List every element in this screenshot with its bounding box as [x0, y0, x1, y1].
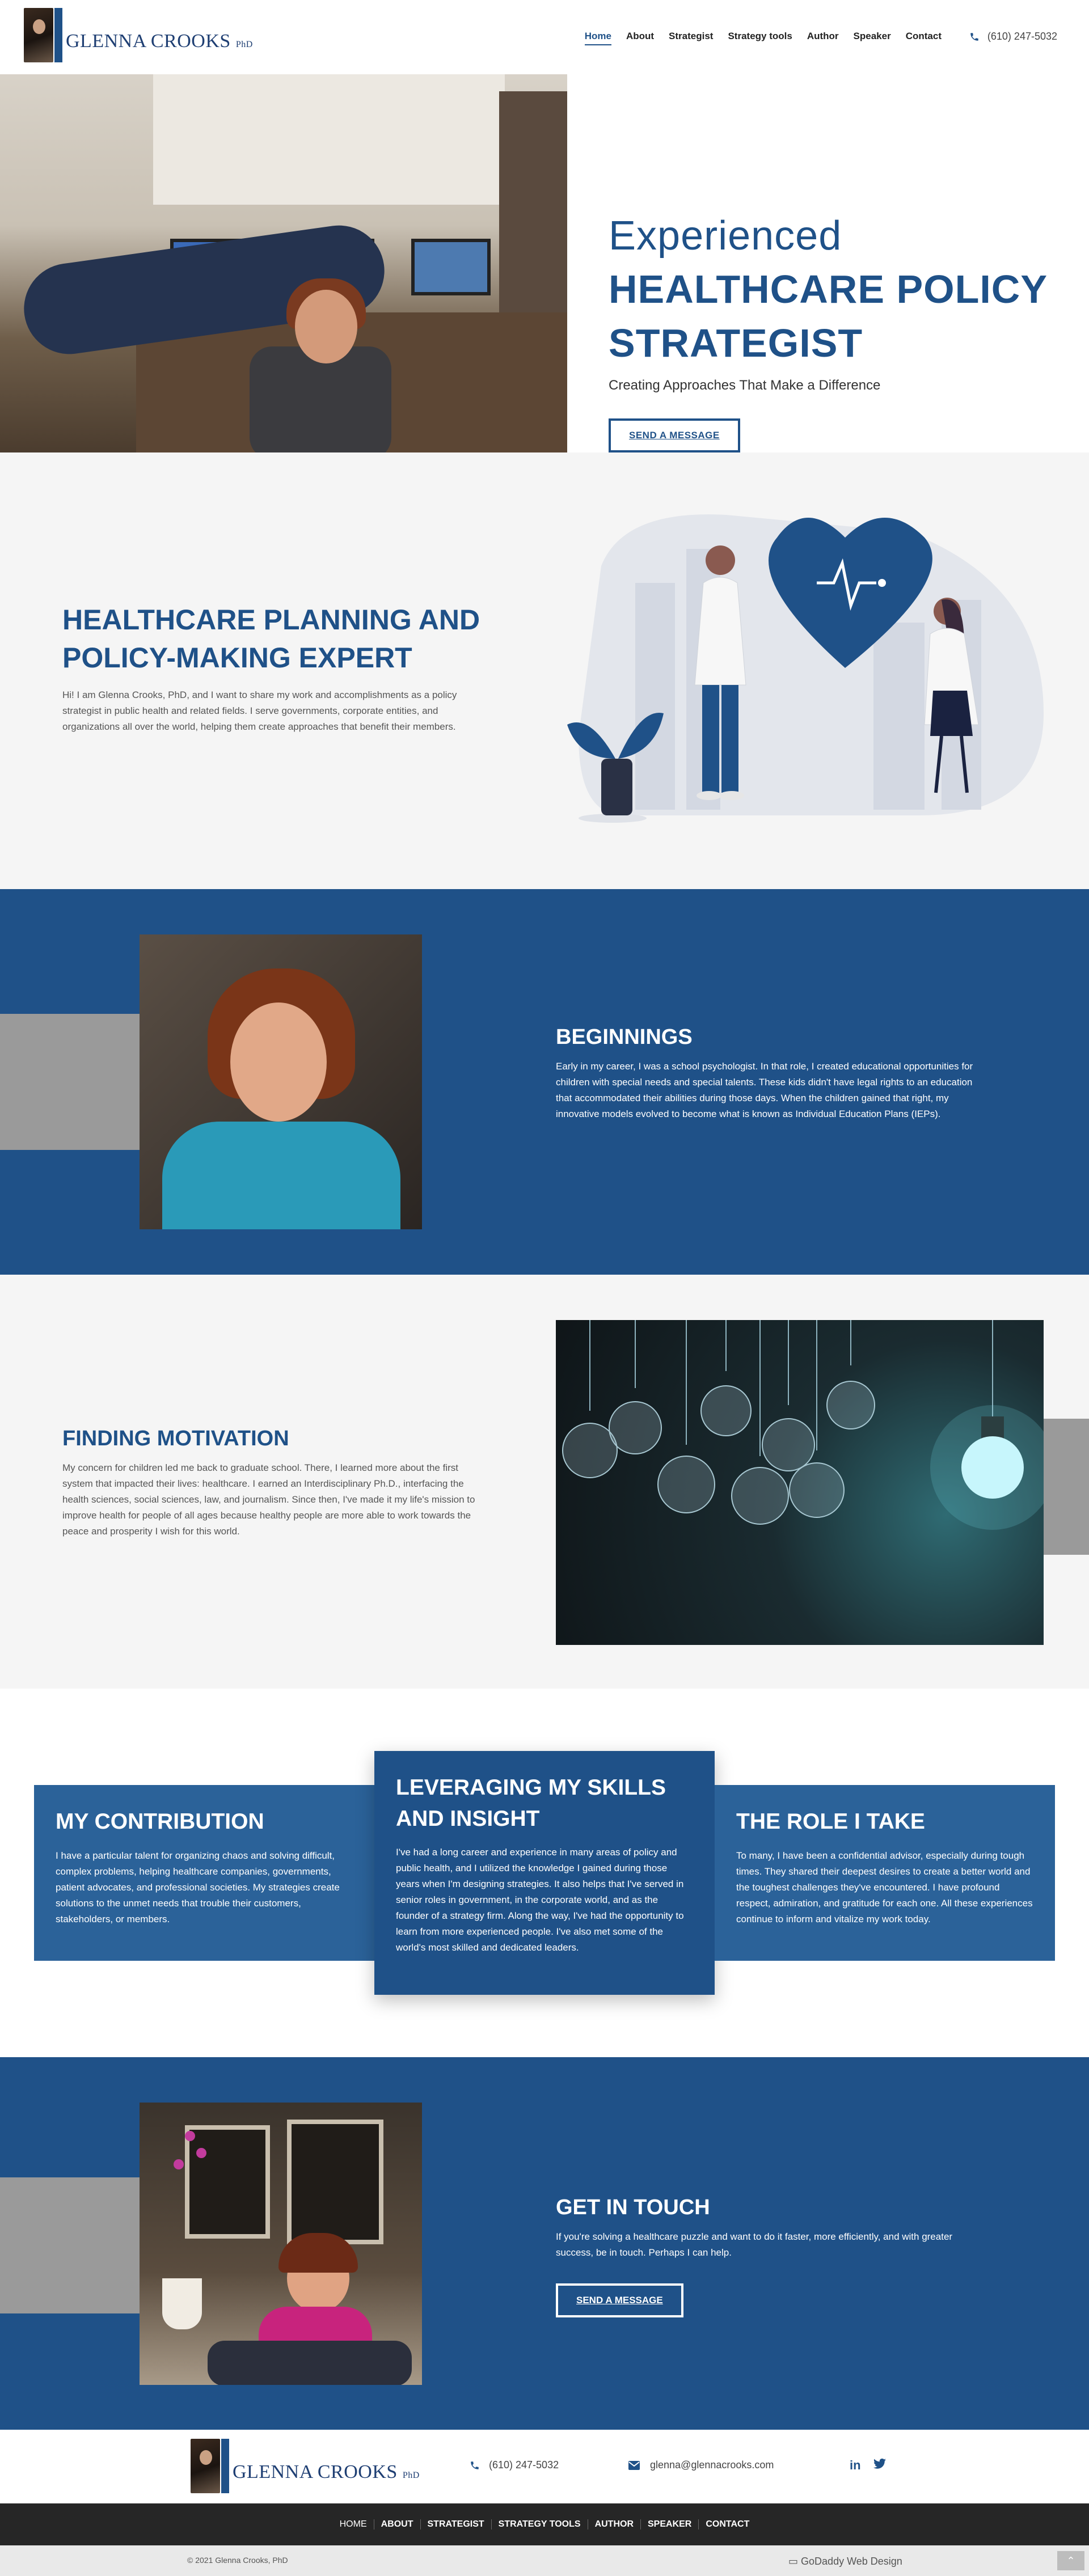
leveraging-heading: LEVERAGING MY SKILLS AND INSIGHT [396, 1775, 666, 1831]
site-footer: GLENNA CROOKS PhD (610) 247-5032 glenna@… [0, 2430, 1089, 2503]
footer-nav-about[interactable]: ABOUT [374, 2519, 421, 2530]
footer-phone-number: (610) 247-5032 [489, 2459, 559, 2471]
footer-nav-author[interactable]: AUTHOR [588, 2519, 641, 2530]
motivation-section: FINDING MOTIVATION My concern for childr… [0, 1275, 1089, 1689]
contribution-card: MY CONTRIBUTION I have a particular tale… [34, 1785, 374, 1961]
logo-portrait [24, 8, 53, 62]
motivation-body: My concern for children led me back to g… [62, 1462, 475, 1537]
logo-text: GLENNA CROOKS PhD [233, 2461, 420, 2482]
linkedin-icon[interactable]: in [850, 2458, 861, 2473]
lightbulbs-photo [556, 1320, 1044, 1645]
logo-bar [54, 8, 62, 62]
touch-heading: GET IN TOUCH [556, 2196, 710, 2219]
expert-text: HEALTHCARE PLANNING AND POLICY-MAKING EXP… [62, 601, 482, 735]
godaddy-credit[interactable]: ▭ GoDaddy Web Design [788, 2556, 902, 2567]
touch-body: If you're solving a healthcare puzzle an… [556, 2231, 953, 2258]
footer-phone[interactable]: (610) 247-5032 [470, 2459, 559, 2471]
decorative-gray-block [1044, 1419, 1089, 1555]
motivation-heading: FINDING MOTIVATION [62, 1427, 289, 1450]
footer-email[interactable]: glenna@glennacrooks.com [628, 2459, 774, 2471]
hero-photo [0, 74, 567, 452]
nav-speaker[interactable]: Speaker [854, 31, 891, 45]
footer-nav-speaker[interactable]: SPEAKER [641, 2519, 699, 2530]
healthcare-illustration [567, 514, 1044, 823]
envelope-icon [628, 2460, 640, 2470]
beginnings-portrait [140, 934, 422, 1229]
chevron-up-icon: ⌃ [1066, 2555, 1075, 2566]
decorative-gray-block [0, 2177, 140, 2313]
social-links: in [850, 2458, 886, 2473]
cards-section: MY CONTRIBUTION I have a particular tale… [0, 1689, 1089, 2057]
role-card: THE ROLE I TAKE To many, I have been a c… [715, 1785, 1055, 1961]
main-nav: Home About Strategist Strategy tools Aut… [584, 31, 942, 45]
leveraging-body: I've had a long career and experience in… [396, 1847, 684, 1953]
footer-email-address: glenna@glennacrooks.com [650, 2459, 774, 2471]
nav-about[interactable]: About [626, 31, 654, 45]
nav-strategy-tools[interactable]: Strategy tools [728, 31, 792, 45]
expert-body: Hi! I am Glenna Crooks, PhD, and I want … [62, 690, 457, 733]
motivation-text: FINDING MOTIVATION My concern for childr… [62, 1427, 482, 1539]
logo-portrait [191, 2439, 220, 2493]
hero-subtitle: Creating Approaches That Make a Differen… [609, 378, 881, 393]
send-message-button[interactable]: SEND A MESSAGE [609, 418, 740, 452]
logo-bar [221, 2439, 229, 2493]
hero-title-line1: Experienced [609, 213, 842, 259]
hero-text: Experienced HEALTHCARE POLICY STRATEGIST… [609, 213, 1048, 452]
footer-nav-strategist[interactable]: STRATEGIST [421, 2519, 492, 2530]
hero-title-line2: HEALTHCARE POLICY [609, 267, 1048, 311]
site-header: GLENNA CROOKS PhD Home About Strategist … [0, 0, 1089, 74]
footer-nav: HOME ABOUT STRATEGIST STRATEGY TOOLS AUT… [0, 2503, 1089, 2545]
send-message-button[interactable]: SEND A MESSAGE [556, 2283, 683, 2318]
beginnings-body: Early in my career, I was a school psych… [556, 1061, 973, 1120]
role-body: To many, I have been a confidential advi… [736, 1850, 1033, 1924]
touch-portrait [140, 2103, 422, 2385]
beginnings-heading: BEGINNINGS [556, 1025, 693, 1049]
role-heading: THE ROLE I TAKE [736, 1809, 925, 1834]
header-phone[interactable]: (610) 247-5032 [969, 31, 1057, 43]
nav-contact[interactable]: Contact [906, 31, 942, 45]
nav-author[interactable]: Author [807, 31, 839, 45]
contribution-heading: MY CONTRIBUTION [56, 1809, 264, 1834]
twitter-icon[interactable] [873, 2458, 886, 2469]
expert-heading: HEALTHCARE PLANNING AND POLICY-MAKING EXP… [62, 604, 480, 674]
hero-title-line3: STRATEGIST [609, 320, 863, 365]
copyright-text: © 2021 Glenna Crooks, PhD [187, 2556, 288, 2565]
phone-icon [471, 2461, 479, 2469]
footer-nav-contact[interactable]: CONTACT [699, 2519, 756, 2530]
touch-text: GET IN TOUCH If you're solving a healthc… [556, 2196, 987, 2318]
decorative-gray-block [0, 1014, 140, 1150]
expert-section: HEALTHCARE PLANNING AND POLICY-MAKING EXP… [0, 452, 1089, 889]
site-logo[interactable]: GLENNA CROOKS PhD [24, 8, 253, 62]
logo-text: GLENNA CROOKS PhD [66, 31, 253, 52]
nav-home[interactable]: Home [584, 31, 611, 45]
broken-image-icon: ▭ [788, 2556, 799, 2567]
get-in-touch-section: GET IN TOUCH If you're solving a healthc… [0, 2057, 1089, 2430]
beginnings-section: BEGINNINGS Early in my career, I was a s… [0, 889, 1089, 1275]
hero-section: Experienced HEALTHCARE POLICY STRATEGIST… [0, 74, 1089, 452]
phone-icon [970, 32, 978, 41]
leveraging-card: LEVERAGING MY SKILLS AND INSIGHT I've ha… [374, 1751, 715, 1995]
footer-nav-home[interactable]: HOME [333, 2519, 374, 2530]
copyright-bar: © 2021 Glenna Crooks, PhD ▭ GoDaddy Web … [0, 2545, 1089, 2576]
footer-logo[interactable]: GLENNA CROOKS PhD [191, 2439, 420, 2493]
scroll-to-top-button[interactable]: ⌃ [1057, 2551, 1084, 2570]
header-phone-number: (610) 247-5032 [987, 31, 1057, 42]
contribution-body: I have a particular talent for organizin… [56, 1850, 340, 1924]
beginnings-text: BEGINNINGS Early in my career, I was a s… [556, 1025, 981, 1122]
nav-strategist[interactable]: Strategist [669, 31, 713, 45]
footer-nav-strategy-tools[interactable]: STRATEGY TOOLS [492, 2519, 588, 2530]
